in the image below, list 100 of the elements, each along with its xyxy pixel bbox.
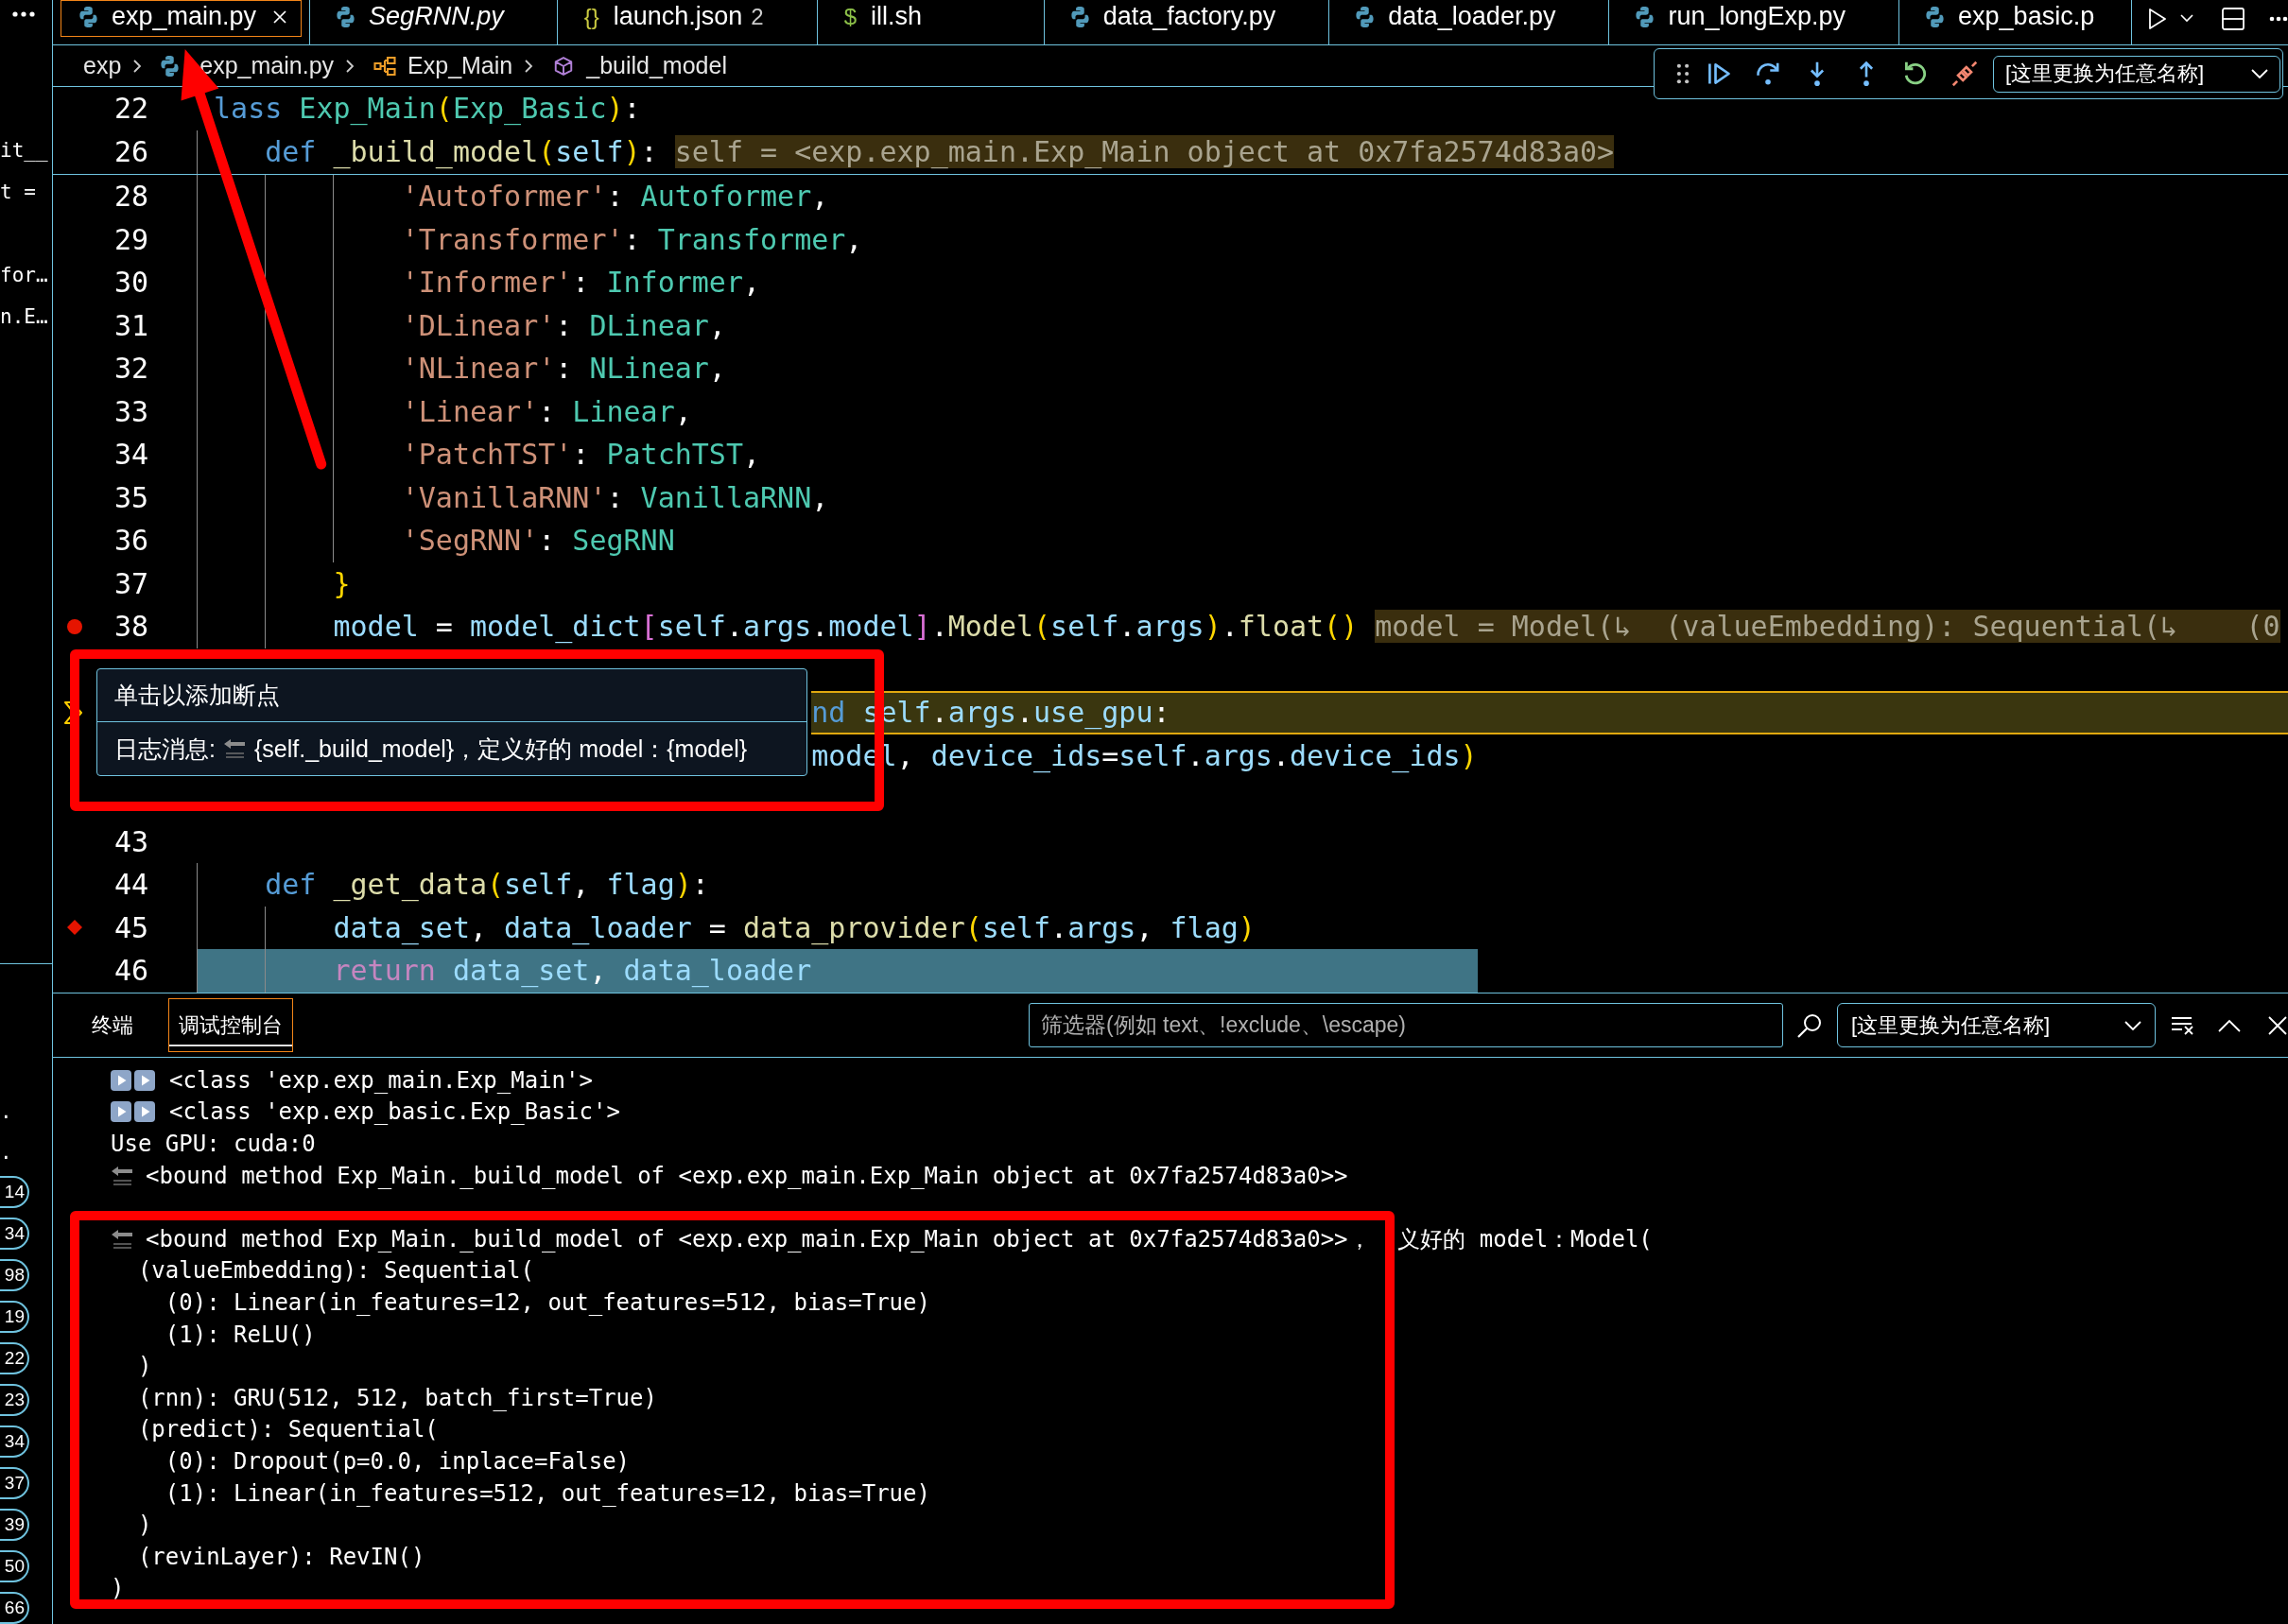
console-line: (predict): Sequential( — [137, 1416, 439, 1443]
breadcrumb-item[interactable]: exp_main.py — [161, 52, 335, 79]
variable-label: n.E… — [0, 304, 48, 330]
breadcrumb-item[interactable]: _build_model — [552, 52, 727, 79]
editor-tab[interactable]: data_loader.py — [1337, 0, 1602, 37]
play-square-icon — [134, 1101, 155, 1123]
count-badge: 66 — [0, 1592, 29, 1624]
chevron-down-icon[interactable] — [2180, 14, 2193, 23]
dollar-icon: $ — [843, 3, 857, 30]
console-text: 义好的 model：Model( — [1397, 1224, 1653, 1254]
bar-triangle-icon[interactable] — [1706, 60, 1732, 87]
close-icon[interactable] — [2267, 1014, 2288, 1036]
line-number: 37 — [113, 566, 148, 600]
count-badge: 39 — [0, 1509, 29, 1541]
count-badge: 37 — [0, 1467, 29, 1499]
session-dropdown[interactable]: [这里更换为任意名称] — [1993, 55, 2280, 93]
back-arrow-icon — [222, 738, 247, 759]
editor-tab[interactable]: SegRNN.py — [318, 0, 549, 37]
back-arrow-icon — [111, 1228, 134, 1250]
text-fragment: . — [0, 1140, 12, 1166]
python-icon — [79, 6, 97, 27]
code-line: 'Autoformer': Autoformer, — [401, 179, 829, 215]
line-number: 29 — [113, 222, 148, 256]
back-arrow-icon — [111, 1165, 134, 1186]
grip-dots-icon[interactable] — [1676, 63, 1690, 84]
session-dropdown[interactable]: [这里更换为任意名称] — [1837, 1003, 2156, 1047]
code-line: def _build_model(self): self = <exp.exp_main.Exp_Main object at 0x7fa2574d83a0> — [265, 134, 1615, 171]
diamond-icon[interactable] — [67, 920, 82, 936]
console-line: ) — [137, 1353, 152, 1380]
editor-tab[interactable]: exp_main.py — [61, 0, 303, 37]
plug-icon[interactable] — [1951, 60, 1978, 87]
variable-label: for… — [0, 263, 48, 288]
console-line: (valueEmbedding): Sequential( — [137, 1257, 534, 1285]
panel-tab[interactable]: 终端 — [81, 998, 144, 1052]
line-number: 43 — [113, 824, 148, 858]
filter-field[interactable]: 筛选器(例如 text、!exclude、\escape) — [1029, 1003, 1783, 1047]
console-line: (revinLayer): RevIN() — [137, 1543, 425, 1570]
editor-tab[interactable]: $ ill.sh — [824, 0, 1036, 37]
ellipsis-icon[interactable] — [2269, 15, 2288, 22]
line-number: 46 — [113, 954, 148, 987]
count-badge: 19 — [0, 1301, 29, 1333]
play-square-icon — [111, 1069, 131, 1091]
code-line: model = model_dict[self.args.model].Model(self.args).float() model = Model(↳ (valueEmbedding): Sequential(↳ (0 — [333, 609, 2280, 646]
python-icon — [1636, 6, 1655, 27]
play-icon[interactable] — [2148, 7, 2167, 30]
count-badge: 23 — [0, 1384, 29, 1416]
panel-tab[interactable]: 调试控制台 — [168, 998, 293, 1052]
line-number: 35 — [113, 480, 148, 514]
hierarchy-icon — [373, 55, 397, 77]
play-square-icon — [134, 1069, 155, 1091]
log-message: {self._build_model}，定义好的 model：{model} — [253, 734, 748, 764]
variable-label: it__ — [0, 138, 48, 164]
count-badge: 98 — [0, 1259, 29, 1291]
search-icon[interactable] — [1796, 1011, 1823, 1039]
console-line: ) — [137, 1512, 152, 1539]
console-line: <bound method Exp_Main._build_model of <exp.exp_main.Exp_Main object at 0x7fa2574d83a0>>， — [146, 1224, 1371, 1254]
line-number: 30 — [113, 266, 148, 299]
close-icon[interactable] — [272, 9, 288, 25]
code-line: 'PatchTST': PatchTST, — [401, 437, 760, 473]
console-line: Use GPU: cuda:0 — [111, 1131, 316, 1157]
console-line: <class 'exp.exp_basic.Exp_Basic'> — [169, 1098, 620, 1126]
chevron-down-icon — [2124, 1020, 2141, 1030]
braces-icon: {} — [583, 3, 599, 30]
editor-tab[interactable]: data_factory.py — [1051, 0, 1322, 37]
chevron-right-icon — [132, 58, 143, 74]
dot-icon[interactable] — [67, 618, 82, 634]
variable-label: t = — [0, 180, 36, 205]
editor-tab[interactable]: {} launch.json 2 — [564, 0, 809, 37]
code-line: def _get_data(self, flag): — [265, 867, 709, 904]
line-number: 33 — [113, 394, 148, 428]
line-number: 38 — [113, 610, 148, 643]
curved-arrow-dot-icon[interactable] — [1755, 60, 1781, 87]
code-line: 'Linear': Linear, — [401, 393, 692, 430]
console-line: (1): Linear(in_features=512, out_features=12, bias=True) — [165, 1479, 930, 1507]
ellipsis-icon[interactable] — [11, 10, 36, 18]
code-line: 'NLinear': NLinear, — [401, 351, 726, 387]
count-badge: 50 — [0, 1550, 29, 1582]
code-line: } — [333, 565, 351, 602]
split-square-icon[interactable] — [2222, 7, 2245, 30]
line-number: 22 — [113, 92, 148, 125]
code-line: return data_set, data_loader — [333, 953, 812, 990]
breadcrumb-item[interactable]: exp — [83, 52, 122, 79]
console-line: (rnn): GRU(512, 512, batch_first=True) — [137, 1384, 657, 1411]
code-line: 'SegRNN': SegRNN — [401, 523, 675, 559]
editor-tab[interactable]: exp_basic.p — [1907, 0, 2119, 37]
line-number: 36 — [113, 524, 148, 557]
line-number: 44 — [113, 868, 148, 901]
breadcrumb-item[interactable]: Exp_Main — [373, 52, 513, 79]
code-line: data_set, data_loader = data_provider(self.args, flag) — [333, 909, 1256, 947]
editor-tab[interactable]: run_longExp.py — [1617, 0, 1892, 37]
chevron-up-icon[interactable] — [2218, 1018, 2241, 1032]
tooltip-title: 单击以添加断点 — [114, 681, 280, 710]
line-number: 31 — [113, 308, 148, 342]
count-badge: 14 — [0, 1176, 29, 1208]
code-line: 'Transformer': Transformer, — [401, 221, 863, 258]
tooltip-label: 日志消息: — [114, 734, 216, 764]
line-number: 34 — [113, 438, 148, 471]
problem-count: 2 — [751, 3, 764, 30]
circular-arrow-icon[interactable] — [1902, 60, 1929, 87]
count-badge: 34 — [0, 1218, 29, 1250]
